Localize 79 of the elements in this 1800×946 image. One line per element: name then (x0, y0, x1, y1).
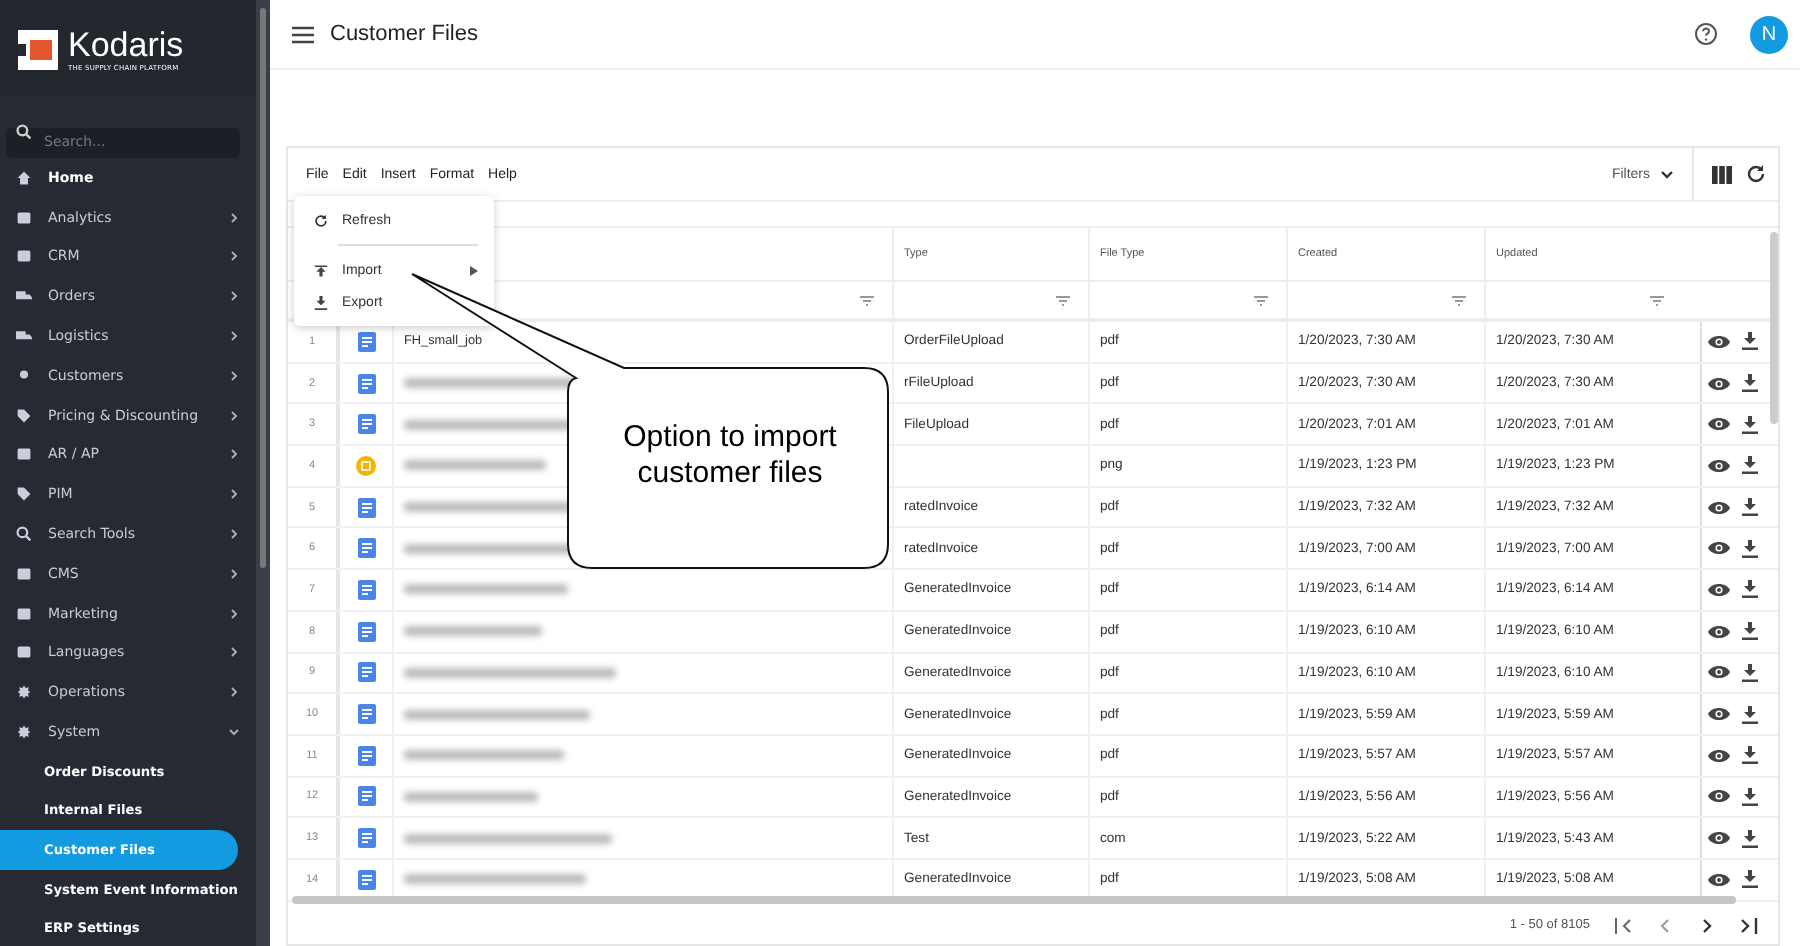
page-title: Customer Files (330, 22, 478, 46)
filter-icon[interactable] (860, 295, 874, 305)
eye-icon[interactable] (1708, 623, 1730, 640)
download-icon[interactable] (1742, 498, 1758, 517)
document-icon (357, 745, 375, 766)
truck-icon (16, 328, 32, 345)
gear-icon (16, 724, 32, 741)
last-page-icon[interactable] (1738, 917, 1758, 934)
redacted-text (404, 791, 538, 802)
callout-text: Option to import customer files (621, 420, 839, 492)
eye-icon[interactable] (1708, 830, 1730, 847)
scrollbar-thumb[interactable] (292, 895, 1736, 904)
tag-icon (16, 486, 32, 503)
document-icon (357, 579, 375, 600)
redacted-text (404, 460, 546, 471)
download-icon (314, 295, 328, 309)
refresh-icon[interactable] (1746, 164, 1766, 184)
help-icon[interactable] (1694, 22, 1718, 46)
logo-icon (16, 28, 60, 72)
eye-icon[interactable] (1708, 540, 1730, 557)
eye-icon[interactable] (1708, 375, 1730, 392)
download-icon[interactable] (1742, 415, 1758, 434)
eye-icon[interactable] (1708, 333, 1730, 350)
submenu-arrow-icon (470, 265, 478, 275)
document-icon (357, 662, 375, 683)
download-icon[interactable] (1742, 705, 1758, 724)
search-icon (16, 123, 32, 139)
refresh-icon (314, 213, 328, 227)
columns-icon[interactable] (1712, 165, 1732, 183)
download-icon[interactable] (1742, 829, 1758, 848)
next-page-icon[interactable] (1698, 917, 1714, 934)
download-icon[interactable] (1742, 456, 1758, 475)
download-icon[interactable] (1742, 663, 1758, 682)
download-icon[interactable] (1742, 870, 1758, 889)
document-icon (357, 331, 375, 352)
redacted-text (404, 626, 542, 637)
document-icon (357, 704, 375, 725)
first-page-icon[interactable] (1614, 917, 1634, 934)
home-icon (16, 169, 32, 186)
document-icon (357, 414, 375, 435)
eye-icon[interactable] (1708, 871, 1730, 888)
menu-icon[interactable] (292, 25, 314, 43)
eye-icon[interactable] (1708, 416, 1730, 433)
previous-page-icon[interactable] (1658, 917, 1674, 934)
gear-icon (16, 684, 32, 701)
upload-icon (314, 263, 328, 277)
eye-icon[interactable] (1708, 499, 1730, 516)
brand-name: Kodaris (68, 28, 184, 64)
eye-icon[interactable] (1708, 581, 1730, 598)
download-icon[interactable] (1742, 580, 1758, 599)
document-icon (357, 373, 375, 394)
image-file-icon (356, 455, 376, 476)
document-icon (357, 497, 375, 518)
tag-icon (16, 407, 32, 424)
download-icon[interactable] (1742, 539, 1758, 558)
filter-icon[interactable] (1452, 295, 1466, 305)
download-icon[interactable] (1742, 746, 1758, 765)
eye-icon[interactable] (1708, 457, 1730, 474)
scrollbar-thumb[interactable] (1770, 232, 1778, 424)
download-icon[interactable] (1742, 332, 1758, 351)
download-icon[interactable] (1742, 622, 1758, 641)
document-icon (357, 538, 375, 559)
filter-icon[interactable] (1254, 295, 1268, 305)
document-icon (357, 786, 375, 807)
search-icon (16, 526, 32, 543)
document-icon (357, 828, 375, 849)
chevron-down-icon[interactable] (1660, 169, 1674, 179)
filter-icon[interactable] (1650, 295, 1664, 305)
eye-icon[interactable] (1708, 664, 1730, 681)
eye-icon[interactable] (1708, 706, 1730, 723)
scrollbar-thumb[interactable] (260, 8, 266, 568)
eye-icon[interactable] (1708, 788, 1730, 805)
filter-icon[interactable] (1056, 295, 1070, 305)
truck-icon (16, 288, 32, 305)
download-icon[interactable] (1742, 374, 1758, 393)
document-icon (357, 869, 375, 890)
eye-icon[interactable] (1708, 747, 1730, 764)
download-icon[interactable] (1742, 787, 1758, 806)
document-icon (357, 621, 375, 642)
